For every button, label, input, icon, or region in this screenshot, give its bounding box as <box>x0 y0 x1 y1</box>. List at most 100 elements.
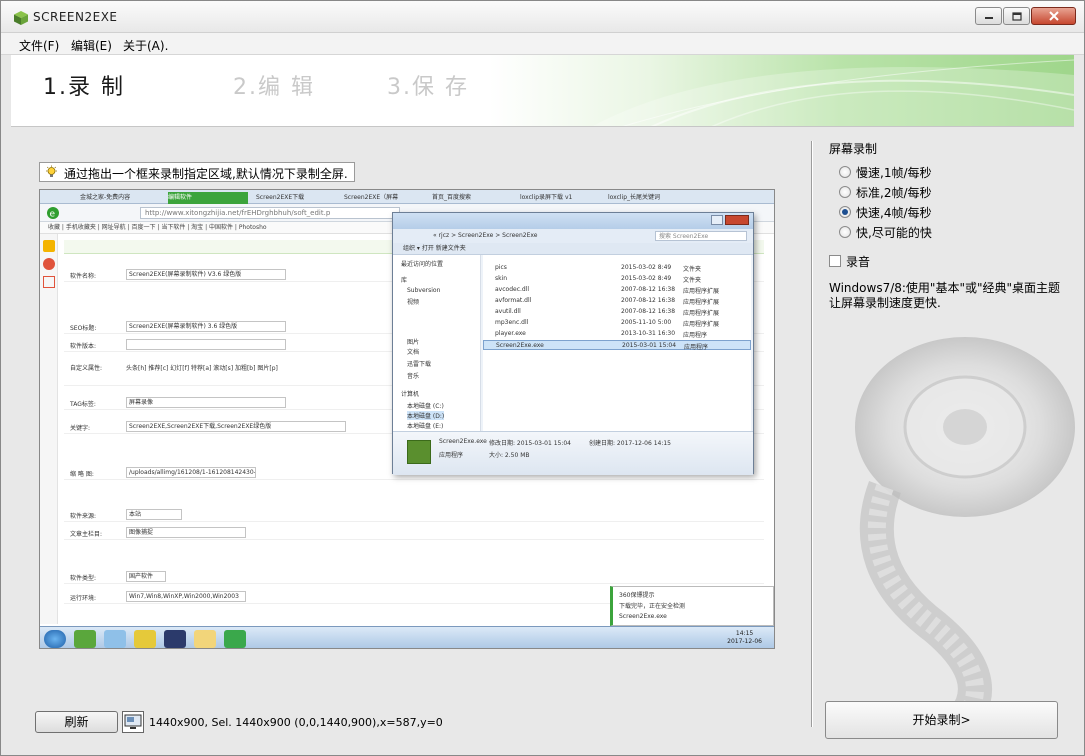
file-row-selected: Screen2Exe.exe 2015-03-01 15:04 应用程序 <box>483 340 751 351</box>
preview-explorer-titlebar <box>393 213 753 229</box>
clock-time: 14:15 <box>735 630 754 637</box>
preview-form-value <box>126 339 286 350</box>
preview-form-value: 屏幕录像 <box>126 397 286 408</box>
panel-separator <box>811 141 813 727</box>
screen-preview[interactable]: 金城之家-免费内容 编辑软件 Screen2EXE下载 Screen2EXE（屏… <box>39 189 775 649</box>
preview-form-value: Screen2EXE(屏幕录制软件) 3.6 绿色版 <box>126 321 286 332</box>
option-fastest-label: 快,尽可能的快 <box>856 226 932 240</box>
radio-fastest[interactable] <box>839 226 851 238</box>
popup-text: 下载完毕，正在安全检测 <box>619 603 686 610</box>
preview-form-label: 软件来源: <box>70 513 97 520</box>
tree-item: Subversion <box>407 287 441 294</box>
preview-form-label: 自定义属性: <box>70 365 103 372</box>
hint-box: 通过拖出一个框来录制指定区域,默认情况下录制全屏. <box>39 162 355 182</box>
file-row: avformat.dll 2007-08-12 16:38 应用程序扩展 <box>495 297 720 306</box>
preview-tab: loxclip_长尾关键词 <box>608 194 661 201</box>
preview-form-value: 国产软件 <box>126 571 166 582</box>
app-window: SCREEN2EXE 文件(F) 编辑(E) 关于(A). 1.录 制 2.编 … <box>0 0 1085 756</box>
app-cube-icon <box>14 11 28 25</box>
preview-form-label: TAG标签: <box>70 401 96 408</box>
preview-explorer-toolbar: 组织 ▾ 打开 新建文件夹 <box>393 243 753 255</box>
option-fast-label: 快速,4帧/每秒 <box>856 206 932 220</box>
status-file-type: 应用程序 <box>439 452 464 459</box>
menu-about[interactable]: 关于(A). <box>123 37 168 54</box>
tree-item: 图片 <box>407 339 420 346</box>
selection-status: 1440x900, Sel. 1440x900 (0,0,1440,900),x… <box>149 716 443 729</box>
svg-text:e: e <box>50 210 56 220</box>
record-audio-label: 录音 <box>846 255 871 269</box>
preview-form-label: SEO标题: <box>70 325 97 332</box>
taskbar-app-icon <box>134 630 156 648</box>
minimize-icon <box>984 17 993 19</box>
preview-form-value: Win7,Win8,WinXP,Win2000,Win2003 <box>126 591 246 602</box>
screen-select-icon[interactable] <box>122 711 144 733</box>
radio-standard[interactable] <box>839 186 851 198</box>
step-banner: 1.录 制 2.编 辑 3.保 存 <box>11 55 1074 127</box>
status-created: 创建日期: 2017-12-06 14:15 <box>589 440 671 447</box>
popup-file: Screen2Exe.exe <box>619 613 667 620</box>
close-button[interactable] <box>1031 7 1076 25</box>
preview-tab: 首页_百度搜索 <box>432 194 472 201</box>
preview-browser-tabs: 金城之家-免费内容 编辑软件 Screen2EXE下载 Screen2EXE（屏… <box>40 190 774 204</box>
preview-form-label: 缩 略 图: <box>70 471 94 478</box>
preview-form-value: Screen2EXE(屏幕录制软件) V3.6 绿色版 <box>126 269 286 280</box>
preview-form-value: /uploads/allimg/161208/1-161208142430-L <box>126 467 256 478</box>
preview-form-value: 图像捕捉 <box>126 527 246 538</box>
file-row: pics 2015-03-02 8:49 文件夹 <box>495 264 702 273</box>
file-row: mp3enc.dll 2005-11-10 5:00 应用程序扩展 <box>495 319 720 328</box>
lightbulb-icon <box>46 165 57 177</box>
preview-tab: Screen2EXE（屏幕 <box>344 194 399 201</box>
file-row: avcodec.dll 2007-08-12 16:38 应用程序扩展 <box>495 286 720 295</box>
preview-form-value: 本站 <box>126 509 182 520</box>
preview-tab: Screen2EXE下载 <box>256 194 305 201</box>
minimize-button[interactable] <box>975 7 1002 25</box>
start-orb-icon <box>44 630 66 648</box>
file-row: avutil.dll 2007-08-12 16:38 应用程序扩展 <box>495 308 720 317</box>
preview-tab: loxclip录屏下载 v1 <box>520 194 573 201</box>
tree-item: 本地磁盘 (C:) <box>407 403 444 410</box>
tree-item: 库 <box>401 277 408 284</box>
taskbar-app-icon <box>74 630 96 648</box>
window-title: SCREEN2EXE <box>33 10 118 24</box>
preview-form-label: 软件版本: <box>70 343 97 350</box>
radio-fast[interactable] <box>839 206 851 218</box>
tree-item: 本地磁盘 (E:) <box>407 423 444 430</box>
preview-tab: 金城之家-免费内容 <box>80 194 131 201</box>
hint-text: 通过拖出一个框来录制指定区域,默认情况下录制全屏. <box>64 167 348 181</box>
preview-form-value: Screen2EXE,Screen2EXE下载,Screen2EXE绿色版 <box>126 421 346 432</box>
preview-tab: 编辑软件 <box>168 192 248 204</box>
maximize-button[interactable] <box>1003 7 1030 25</box>
exe-file-icon <box>407 440 431 464</box>
tree-item: 音乐 <box>407 373 420 380</box>
menu-file[interactable]: 文件(F) <box>19 37 59 54</box>
preview-form-label: 文章主栏目: <box>70 531 103 538</box>
step-save: 3.保 存 <box>387 75 469 100</box>
monitor-icon <box>124 714 142 729</box>
preview-sidebar <box>40 234 58 624</box>
popup-title: 360保镖提示 <box>619 592 655 599</box>
preview-explorer-window: « rjcz > Screen2Exe > Screen2Exe 搜索 Scre… <box>392 212 754 475</box>
tree-item: 计算机 <box>401 391 420 398</box>
tree-item: 文档 <box>407 349 420 356</box>
record-audio-checkbox[interactable] <box>829 255 841 267</box>
performance-note: Windows7/8:使用"基本"或"经典"桌面主题让屏幕录制速度更快. <box>829 281 1061 310</box>
tree-item: 最近访问的位置 <box>401 261 444 268</box>
tree-item: 本地磁盘 (D:) <box>407 411 445 420</box>
start-recording-button[interactable]: 开始录制> <box>825 701 1058 739</box>
tree-item: 视频 <box>407 299 420 306</box>
preview-explorer-tree: 最近访问的位置 库 Subversion 视频 图片 文档 迅雷下载 音乐 计算… <box>393 255 481 431</box>
radio-slow[interactable] <box>839 166 851 178</box>
taskbar-app-icon <box>224 630 246 648</box>
title-bar[interactable]: SCREEN2EXE <box>1 1 1084 33</box>
status-modified: 修改日期: 2015-03-01 15:04 <box>489 440 571 447</box>
tree-item: 迅雷下载 <box>407 361 432 368</box>
options-panel: 屏幕录制 慢速,1帧/每秒 标准,2帧/每秒 快速,4帧/每秒 快,尽可能的快 … <box>825 127 1075 749</box>
preview-form-value: 头条[h] 推荐[c] 幻灯[f] 特荐[a] 滚动[s] 加粗[b] 图片[p… <box>126 365 278 372</box>
file-row: skin 2015-03-02 8:49 文件夹 <box>495 275 702 284</box>
preview-explorer-search: 搜索 Screen2Exe <box>655 231 747 241</box>
refresh-button[interactable]: 刷新 <box>35 711 118 733</box>
option-standard-label: 标准,2帧/每秒 <box>856 186 932 200</box>
menu-edit[interactable]: 编辑(E) <box>71 37 112 54</box>
preview-url: http://www.xitongzhijia.net/frEHDrghbhuh… <box>140 207 400 219</box>
record-settings-heading: 屏幕录制 <box>829 142 878 156</box>
